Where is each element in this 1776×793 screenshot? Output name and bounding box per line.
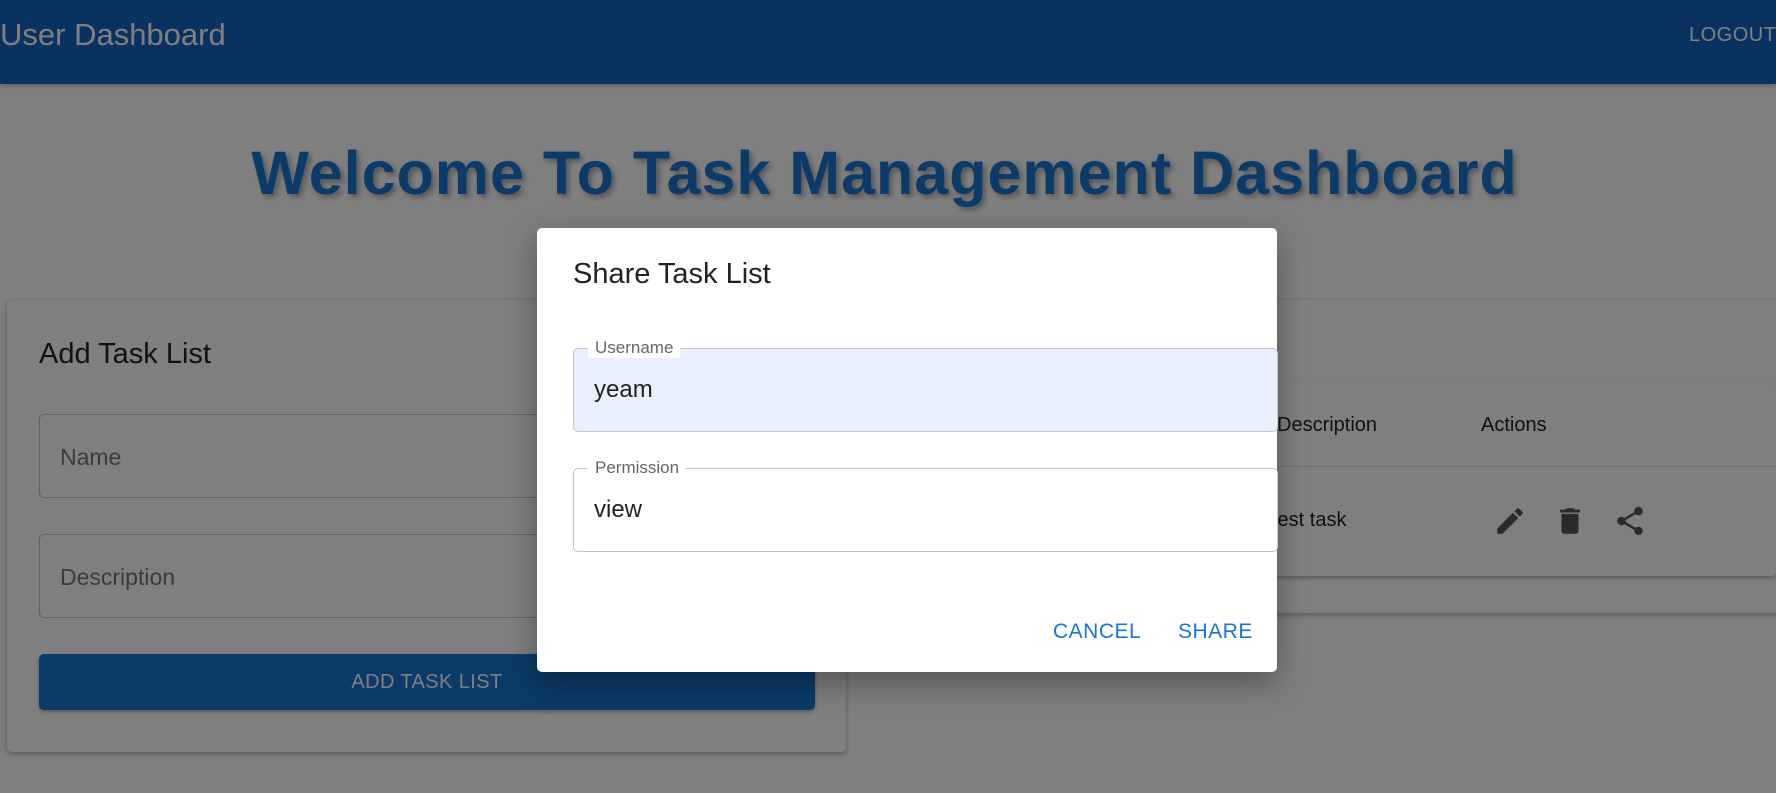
permission-value: view [594,496,643,523]
cancel-button[interactable]: CANCEL [1053,620,1141,644]
dialog-title: Share Task List [573,258,771,290]
username-label: Username [588,338,681,358]
share-button[interactable]: SHARE [1178,620,1253,644]
username-field[interactable]: Username yeam [573,338,1278,432]
permission-label: Permission [588,458,687,478]
username-value: yeam [594,376,653,403]
permission-field[interactable]: Permission view [573,458,1278,552]
share-task-list-dialog: Share Task List Username yeam Permission… [537,228,1278,672]
